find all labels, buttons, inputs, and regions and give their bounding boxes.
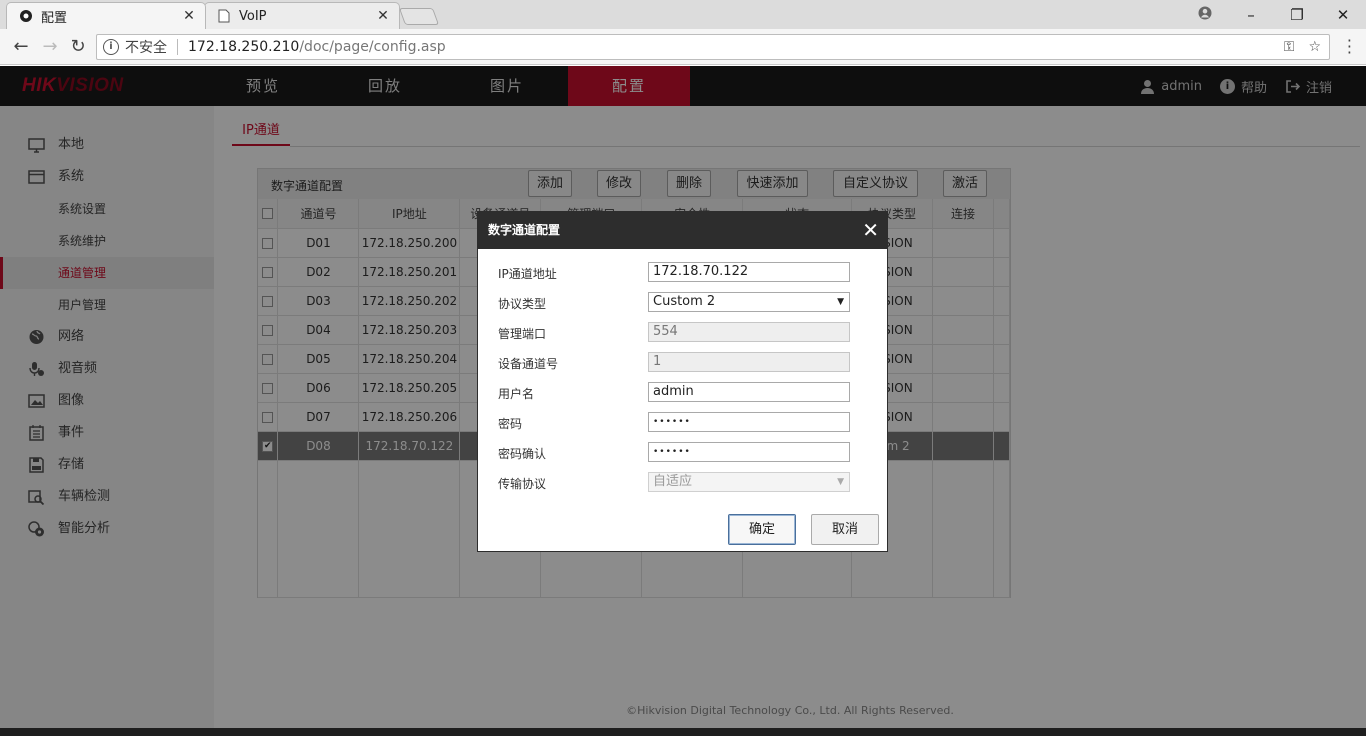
field-username: 用户名 admin	[498, 382, 858, 404]
reload-icon[interactable]: ↻	[66, 36, 90, 58]
divider	[177, 39, 178, 55]
field-password: 密码 ••••••	[498, 412, 858, 434]
info-icon[interactable]: i	[103, 39, 119, 55]
field-label: IP通道地址	[498, 267, 557, 281]
new-tab-button[interactable]	[398, 8, 440, 25]
browser-tab-voip[interactable]: VoIP ✕	[204, 2, 400, 29]
field-management-port: 管理端口 554	[498, 322, 858, 344]
transport-protocol-select: 自适应	[648, 472, 850, 492]
dialog-title: 数字通道配置	[488, 223, 561, 237]
minimize-button[interactable]: –	[1228, 6, 1274, 24]
bookmark-star-icon[interactable]: ☆	[1308, 39, 1321, 55]
device-channel-input: 1	[648, 352, 850, 372]
ok-button[interactable]: 确定	[728, 514, 796, 545]
field-label: 设备通道号	[498, 357, 559, 371]
tab-close-icon[interactable]: ✕	[181, 8, 197, 24]
field-ip-address: IP通道地址 172.18.70.122	[498, 262, 858, 284]
browser-tabstrip: 配置 ✕ VoIP ✕ – ❐ ✕	[0, 0, 1366, 29]
field-label: 管理端口	[498, 327, 547, 341]
username-input[interactable]: admin	[648, 382, 850, 402]
url-host: 172.18.250.210	[188, 39, 300, 55]
os-taskbar	[0, 728, 1366, 736]
security-label: 不安全	[125, 40, 167, 56]
cancel-button[interactable]: 取消	[811, 514, 879, 545]
tab-close-icon[interactable]: ✕	[375, 8, 391, 24]
browser-tab-title: VoIP	[239, 8, 267, 24]
management-port-input: 554	[648, 322, 850, 342]
digital-channel-dialog: 数字通道配置 ✕ IP通道地址 172.18.70.122 协议类型 Custo…	[477, 211, 888, 552]
field-label: 密码	[498, 417, 523, 431]
dialog-header: 数字通道配置 ✕	[478, 212, 887, 249]
profile-icon[interactable]	[1182, 6, 1228, 24]
browser-tab-title: 配置	[41, 10, 68, 26]
field-transport-protocol: 传输协议 自适应	[498, 472, 858, 494]
field-label: 协议类型	[498, 297, 547, 311]
browser-toolbar: ← → ↻ i 不安全 172.18.250.210 /doc/page/con…	[0, 29, 1366, 65]
window-controls: – ❐ ✕	[1182, 0, 1366, 29]
field-label: 密码确认	[498, 447, 547, 461]
browser-menu-icon[interactable]: · · ·	[1347, 33, 1352, 61]
password-input[interactable]: ••••••	[648, 412, 850, 432]
field-protocol-type: 协议类型 Custom 2	[498, 292, 858, 314]
field-label: 传输协议	[498, 477, 547, 491]
forward-arrow-icon[interactable]: →	[38, 36, 62, 58]
close-window-button[interactable]: ✕	[1320, 6, 1366, 24]
camera-favicon-icon	[19, 9, 33, 23]
protocol-type-select[interactable]: Custom 2	[648, 292, 850, 312]
back-arrow-icon[interactable]: ←	[9, 36, 33, 58]
address-bar[interactable]: i 不安全 172.18.250.210 /doc/page/config.as…	[96, 34, 1330, 60]
key-icon[interactable]: ⚿	[1284, 39, 1295, 55]
field-device-channel: 设备通道号 1	[498, 352, 858, 374]
field-confirm-password: 密码确认 ••••••	[498, 442, 858, 464]
url-path: /doc/page/config.asp	[299, 39, 446, 55]
ip-address-input[interactable]: 172.18.70.122	[648, 262, 850, 282]
page-favicon-icon	[217, 9, 231, 23]
maximize-button[interactable]: ❐	[1274, 6, 1320, 24]
field-label: 用户名	[498, 387, 535, 401]
confirm-password-input[interactable]: ••••••	[648, 442, 850, 462]
close-icon[interactable]: ✕	[862, 212, 879, 249]
browser-tab-config[interactable]: 配置 ✕	[6, 2, 206, 29]
